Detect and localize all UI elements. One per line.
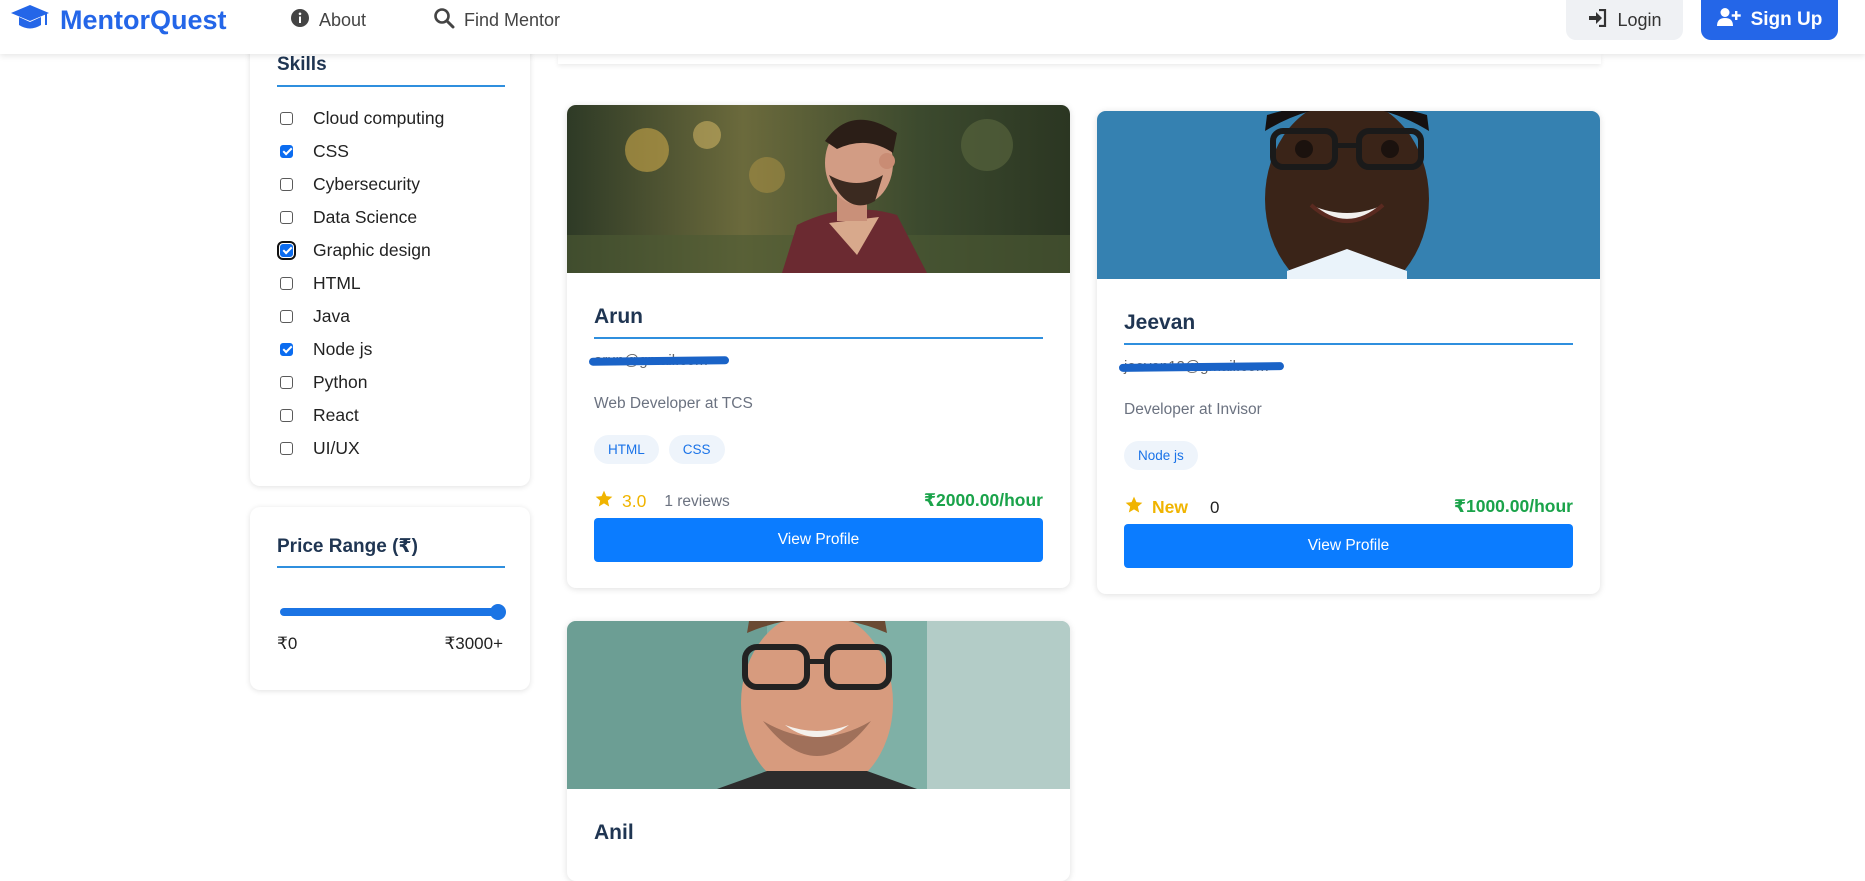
login-label: Login <box>1617 9 1662 30</box>
skill-checkbox[interactable] <box>280 276 293 290</box>
sign-in-icon <box>1587 8 1607 32</box>
skill-checkbox[interactable] <box>280 342 293 356</box>
skill-label: Data Science <box>313 206 418 227</box>
skill-checkbox[interactable] <box>280 177 293 191</box>
mentor-photo <box>567 621 1070 789</box>
skill-filter-item[interactable]: Node js <box>280 337 372 361</box>
nav-about-label: About <box>319 9 367 30</box>
mentor-skill-tags: Node js <box>1124 441 1198 470</box>
search-icon <box>433 7 455 34</box>
review-count: 1 reviews <box>664 492 730 510</box>
price-filter-panel: Price Range (₹) ₹0 ₹3000+ <box>250 507 530 690</box>
mentor-name: Jeevan <box>1124 311 1196 334</box>
hourly-rate: ₹1000.00/hour <box>1453 496 1573 516</box>
redaction-scribble <box>588 356 730 366</box>
view-profile-button[interactable]: View Profile <box>1124 524 1573 568</box>
skill-checkbox[interactable] <box>280 111 293 125</box>
rating-value: New <box>1152 497 1188 517</box>
price-slider-track[interactable] <box>280 608 502 616</box>
redaction-scribble <box>1118 362 1285 372</box>
mentor-rating: New 0 <box>1124 495 1219 520</box>
skill-checkbox[interactable] <box>280 408 293 422</box>
skills-title-underline <box>277 85 505 87</box>
review-count: 0 <box>1209 497 1220 517</box>
skill-label: React <box>313 404 359 425</box>
skill-label: UI/UX <box>313 437 360 458</box>
results-header-strip <box>558 54 1601 64</box>
info-icon <box>290 8 310 33</box>
skill-label: Java <box>313 305 350 326</box>
skill-filter-item[interactable]: Java <box>280 304 350 328</box>
skill-filter-item[interactable]: UI/UX <box>280 436 360 460</box>
skill-label: Python <box>313 371 368 392</box>
mentor-photo <box>567 105 1070 273</box>
skill-filter-item[interactable]: CSS <box>280 139 349 163</box>
mentor-photo <box>1097 111 1600 279</box>
mentor-rating: 3.0 1 reviews <box>594 489 730 514</box>
view-profile-button[interactable]: View Profile <box>594 518 1043 562</box>
skill-checkbox[interactable] <box>280 210 293 224</box>
skill-label: CSS <box>313 140 349 161</box>
mentor-skill-tags: HTML CSS <box>594 435 725 464</box>
nav-find-mentor-label: Find Mentor <box>464 9 561 30</box>
skill-label: HTML <box>313 272 361 293</box>
rating-value: 3.0 <box>622 491 647 511</box>
nav-about-link[interactable]: About <box>290 0 366 40</box>
skill-label: Cloud computing <box>313 107 445 128</box>
price-slider-thumb[interactable] <box>490 604 506 620</box>
navbar: MentorQuest About Find Mentor Login Sign… <box>0 0 1865 54</box>
hourly-rate: ₹2000.00/hour <box>923 490 1043 510</box>
brand-logo[interactable]: MentorQuest <box>10 0 227 40</box>
signup-label: Sign Up <box>1750 9 1823 30</box>
brand-name: MentorQuest <box>60 4 227 35</box>
nav-find-mentor-link[interactable]: Find Mentor <box>433 0 560 40</box>
mentor-card: Jeevan jeevan12@gmail.com Developer at I… <box>1097 111 1600 594</box>
skill-tag: CSS <box>668 435 725 464</box>
star-icon <box>594 489 614 514</box>
mentor-name: Arun <box>594 305 643 328</box>
skill-filter-item[interactable]: Cloud computing <box>280 106 444 130</box>
skill-filter-item[interactable]: Cybersecurity <box>280 172 420 196</box>
star-icon <box>1124 495 1144 520</box>
skill-checkbox[interactable] <box>280 144 293 158</box>
skills-filter-panel: Skills Cloud computing CSS Cybersecurity… <box>250 30 530 486</box>
mentor-card: Anil <box>567 621 1070 881</box>
skill-tag: HTML <box>594 435 659 464</box>
skill-tag: Node js <box>1124 441 1198 470</box>
skill-label: Node js <box>313 338 373 359</box>
skill-filter-item[interactable]: Python <box>280 370 367 394</box>
skill-label: Graphic design <box>313 239 431 260</box>
skill-checkbox[interactable] <box>277 240 296 260</box>
price-min-label: ₹0 <box>277 634 298 653</box>
skill-filter-item[interactable]: React <box>280 403 359 427</box>
skill-filter-item[interactable]: HTML <box>280 271 361 295</box>
graduation-cap-icon <box>10 3 50 38</box>
price-max-label: ₹3000+ <box>444 634 503 653</box>
signup-button[interactable]: Sign Up <box>1701 0 1838 40</box>
price-title-underline <box>277 566 505 568</box>
mentor-role: Developer at Invisor <box>1124 401 1262 418</box>
mentor-name: Anil <box>594 821 634 844</box>
mentor-card: Arun arun@gmail.com Web Developer at TCS… <box>567 105 1070 588</box>
mentor-name-underline <box>594 337 1043 339</box>
skill-filter-item[interactable]: Data Science <box>280 205 417 229</box>
skill-checkbox[interactable] <box>280 375 293 389</box>
login-button[interactable]: Login <box>1566 0 1683 40</box>
skills-title: Skills <box>277 54 327 75</box>
skill-checkbox[interactable] <box>280 441 293 455</box>
mentor-name-underline <box>1124 343 1573 345</box>
skill-checkbox[interactable] <box>280 309 293 323</box>
skill-filter-item[interactable]: Graphic design <box>277 238 431 262</box>
mentor-role: Web Developer at TCS <box>594 395 753 412</box>
price-title: Price Range (₹) <box>277 536 418 557</box>
skill-label: Cybersecurity <box>313 173 420 194</box>
user-plus-icon <box>1716 7 1741 33</box>
